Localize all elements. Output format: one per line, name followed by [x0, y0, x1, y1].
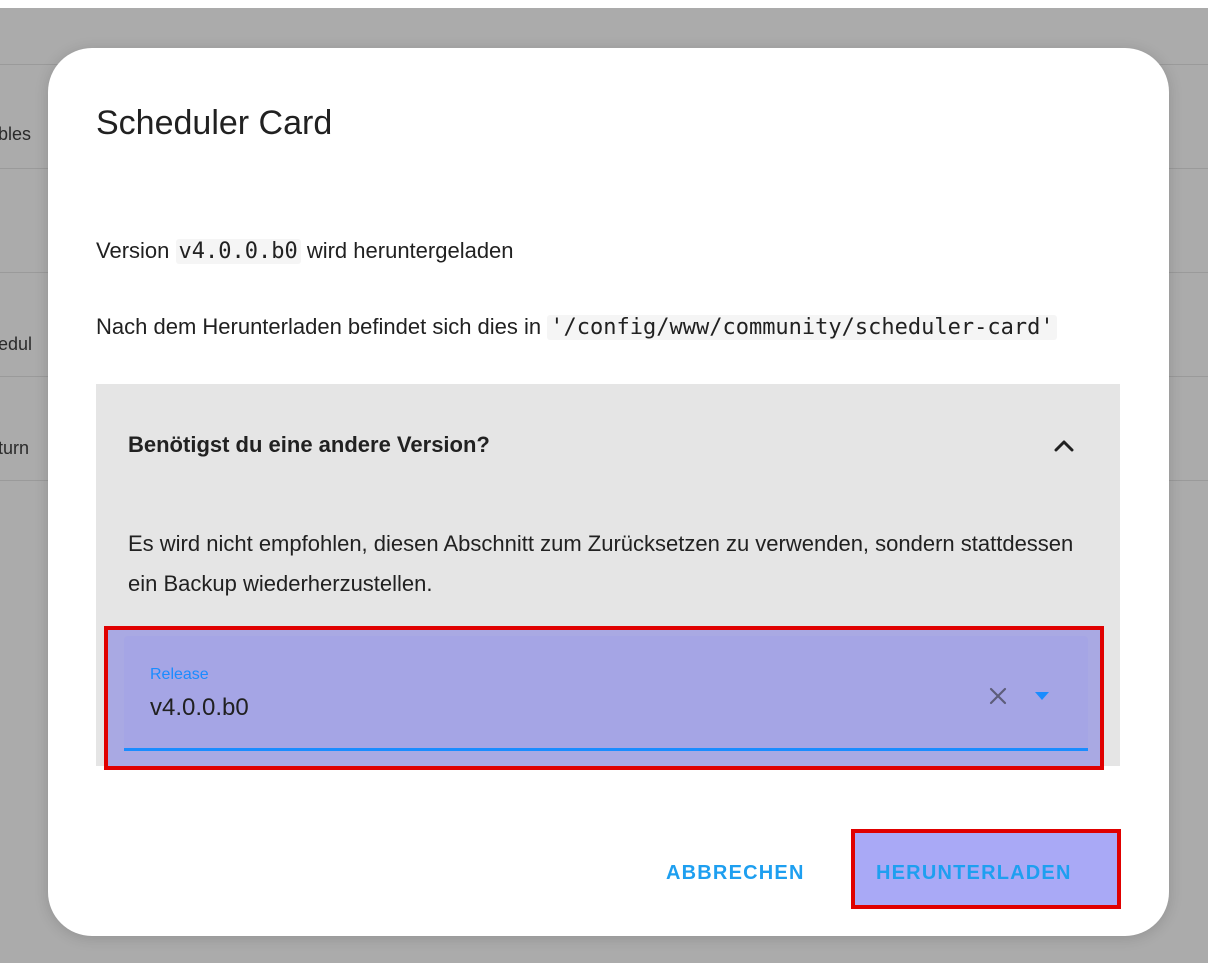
close-icon[interactable] [982, 680, 1014, 712]
download-button[interactable]: HERUNTERLADEN [876, 862, 1072, 885]
location-info-text: Nach dem Herunterladen befindet sich die… [96, 308, 1126, 347]
version-prefix: Version [96, 238, 176, 263]
location-path: '/config/www/community/scheduler-card' [547, 315, 1057, 340]
release-value: v4.0.0.b0 [150, 694, 249, 721]
release-select[interactable]: Release v4.0.0.b0 [124, 636, 1088, 751]
expander-header[interactable]: Benötigst du eine andere Version? [96, 384, 1120, 492]
download-dialog: Scheduler Card Version v4.0.0.b0 wird he… [48, 48, 1169, 936]
background-list-text: bles [0, 124, 32, 144]
expander-title: Benötigst du eine andere Version? [128, 432, 490, 457]
version-suffix: wird heruntergeladen [300, 238, 514, 263]
expander-warning-text: Es wird nicht empfohlen, diesen Abschnit… [128, 531, 1074, 596]
version-code: v4.0.0.b0 [175, 239, 301, 264]
location-prefix: Nach dem Herunterladen befindet sich die… [96, 314, 548, 339]
dialog-title: Scheduler Card [96, 104, 333, 142]
version-info-text: Version v4.0.0.b0 wird heruntergeladen [96, 238, 514, 264]
chevron-up-icon[interactable] [1044, 428, 1084, 464]
background-list-text: edul [0, 334, 33, 354]
screen: bles edul turn Scheduler Card Version v4… [0, 0, 1208, 963]
background-list-text: turn [0, 438, 30, 458]
arrow-drop-down-icon[interactable] [1026, 680, 1058, 712]
release-label: Release [150, 666, 209, 683]
cancel-button[interactable]: ABBRECHEN [666, 862, 805, 885]
